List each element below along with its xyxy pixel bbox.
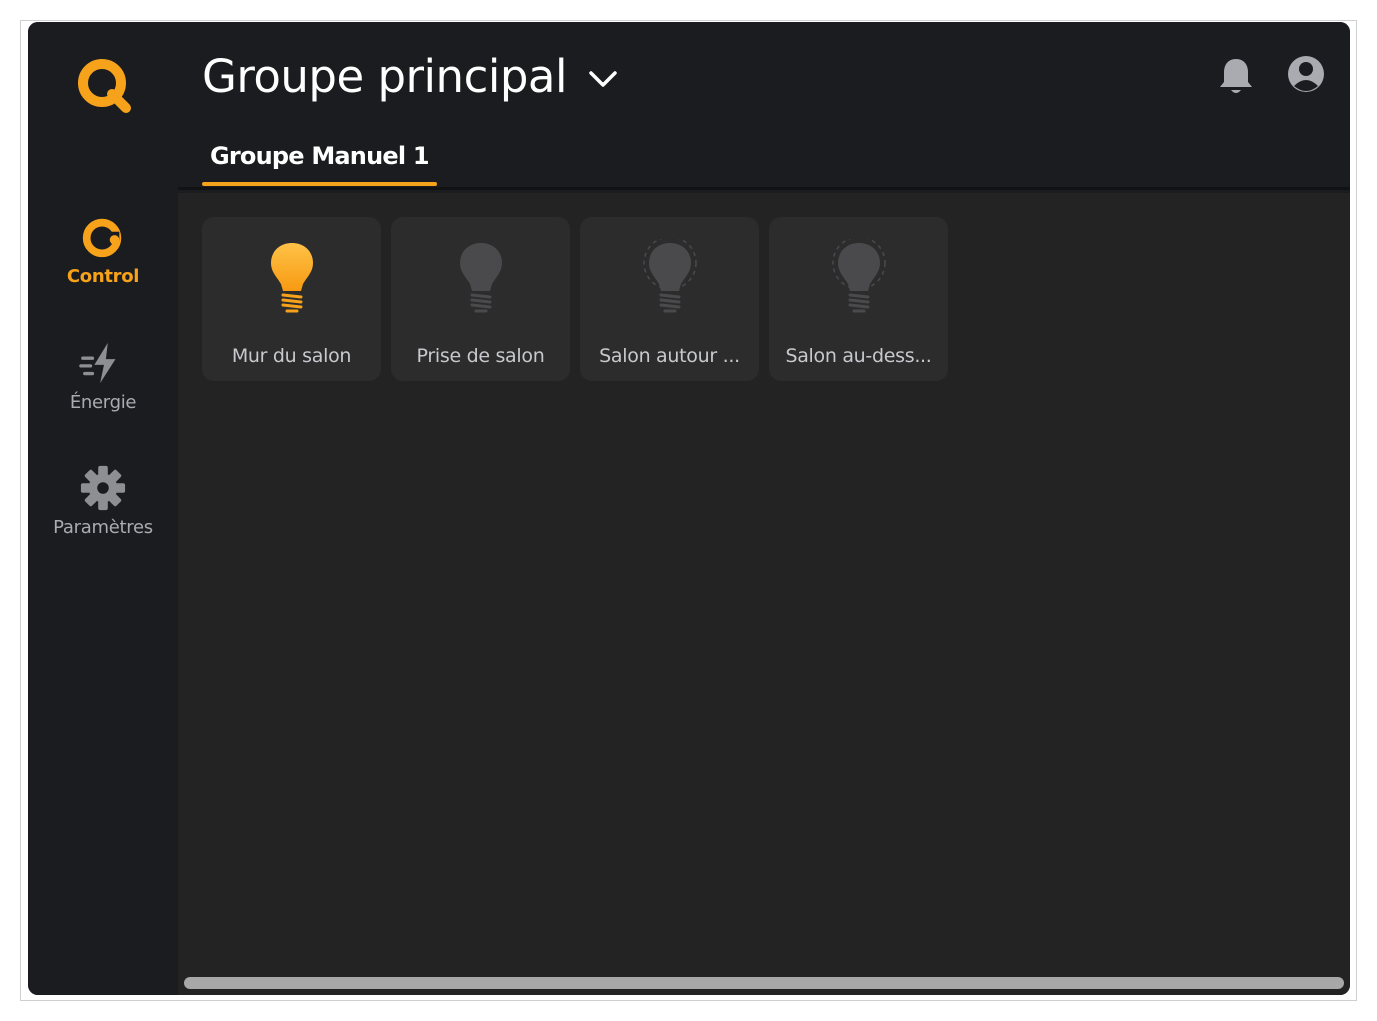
lightbulb-unavailable-icon — [642, 239, 697, 313]
device-name: Salon au-dess... — [785, 345, 932, 367]
device-card[interactable]: Salon au-dess... — [769, 217, 948, 381]
group-selector[interactable]: Groupe principal — [202, 50, 621, 103]
lightbulb-unavailable-icon — [831, 239, 886, 313]
device-card[interactable]: Mur du salon — [202, 217, 381, 381]
device-name: Salon autour ... — [599, 345, 740, 367]
chevron-down-icon — [589, 70, 617, 87]
sidebar-item-energie[interactable]: Énergie — [28, 338, 178, 438]
lightbulb-on-icon — [270, 243, 313, 313]
sidebar: Control Énergie Paramètres — [28, 22, 178, 995]
app-window: Control Énergie Paramètres Groupe princi… — [28, 22, 1350, 995]
horizontal-scrollbar[interactable] — [184, 977, 1344, 989]
device-card[interactable]: Prise de salon — [391, 217, 570, 381]
device-name: Prise de salon — [416, 345, 545, 367]
header: Groupe principal Groupe Manuel 1 — [178, 22, 1350, 190]
sidebar-item-control[interactable]: Control — [28, 212, 178, 312]
sidebar-item-label: Énergie — [69, 392, 137, 413]
user-avatar-icon[interactable] — [1286, 54, 1326, 94]
page-title: Groupe principal — [202, 50, 567, 103]
tab-active-indicator — [202, 182, 437, 186]
gear-icon — [78, 463, 128, 513]
control-icon — [78, 212, 128, 262]
tab-label: Groupe Manuel 1 — [210, 142, 430, 170]
sidebar-item-label: Control — [66, 266, 140, 287]
lightbulb-off-icon — [459, 243, 502, 313]
sidebar-item-parametres[interactable]: Paramètres — [28, 463, 178, 563]
tab-groupe-manuel-1[interactable]: Groupe Manuel 1 — [202, 140, 437, 186]
sidebar-item-label: Paramètres — [53, 517, 153, 538]
device-name: Mur du salon — [231, 345, 352, 367]
energy-bolt-icon — [78, 338, 128, 388]
device-card[interactable]: Salon autour ... — [580, 217, 759, 381]
main-content: Mur du salon Prise de salon Salon autour — [178, 193, 1350, 995]
bell-icon[interactable] — [1218, 56, 1254, 96]
q-logo-icon[interactable] — [74, 56, 134, 116]
device-grid: Mur du salon Prise de salon Salon autour — [202, 217, 948, 381]
